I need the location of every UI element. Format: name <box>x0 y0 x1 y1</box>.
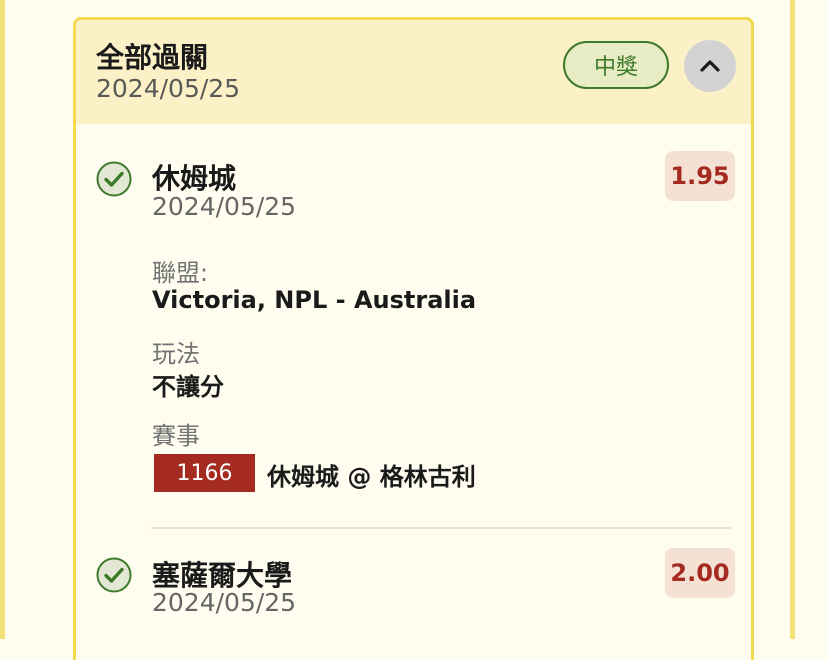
win-status-badge: 中獎 <box>563 41 669 89</box>
collapse-button[interactable] <box>684 40 736 92</box>
check-circle-icon <box>96 557 132 593</box>
match-id-badge: 1166 <box>154 454 255 492</box>
parlay-bet-card: 全部過關 2024/05/25 中獎 休姆城 2024/05/25 1.95 聯… <box>73 17 754 660</box>
bet-type-title: 全部過關 <box>96 41 209 74</box>
leg-date: 2024/05/25 <box>152 588 297 617</box>
league-label: 聯盟: <box>152 259 209 287</box>
check-circle-icon <box>96 161 132 197</box>
leg-date: 2024/05/25 <box>152 192 297 221</box>
leg-selection-team: 休姆城 <box>152 162 237 195</box>
leg-divider <box>151 527 731 529</box>
play-type-label: 玩法 <box>152 340 200 368</box>
odds-badge: 1.95 <box>665 151 735 201</box>
chevron-up-icon <box>700 60 720 72</box>
odds-badge: 2.00 <box>665 548 735 598</box>
bet-card-header[interactable]: 全部過關 2024/05/25 中獎 <box>76 20 751 124</box>
play-type-value: 不讓分 <box>152 373 224 401</box>
bet-date: 2024/05/25 <box>96 74 241 103</box>
right-frame-border <box>790 0 795 639</box>
left-frame-border <box>0 0 5 639</box>
match-name: 休姆城 @ 格林古利 <box>267 463 476 491</box>
league-value: Victoria, NPL - Australia <box>152 286 477 314</box>
match-label: 賽事 <box>152 422 200 450</box>
